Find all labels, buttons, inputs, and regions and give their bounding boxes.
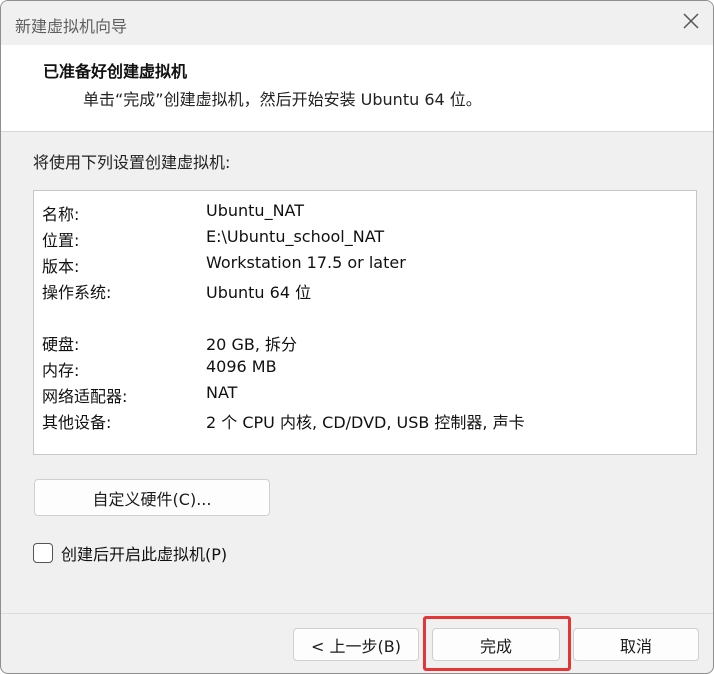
summary-row-os: 操作系统: Ubuntu 64 位 [42,275,682,302]
summary-value: 20 GB, 拆分 [206,335,297,354]
customize-hardware-button[interactable]: 自定义硬件(C)... [34,479,270,516]
power-on-checkbox[interactable] [33,543,53,563]
power-on-checkbox-row[interactable]: 创建后开启此虚拟机(P) [33,541,227,565]
summary-row-name: 名称: Ubuntu_NAT [42,197,682,224]
new-vm-wizard-window: 新建虚拟机向导 已准备好创建虚拟机 单击“完成”创建虚拟机，然后开始安装 Ubu… [0,0,714,674]
summary-label: 硬盘: [42,335,80,354]
summary-label: 位置: [42,231,80,250]
summary-value: 2 个 CPU 内核, CD/DVD, USB 控制器, 声卡 [206,413,525,432]
summary-label: 内存: [42,361,80,380]
back-button[interactable]: < 上一步(B) [293,628,419,661]
summary-value: E:\Ubuntu_school_NAT [206,227,385,246]
summary-row-location: 位置: E:\Ubuntu_school_NAT [42,223,682,250]
summary-row-version: 版本: Workstation 17.5 or later [42,249,682,276]
summary-row-network: 网络适配器: NAT [42,379,682,406]
close-button[interactable] [675,7,707,39]
summary-row-memory: 内存: 4096 MB [42,353,682,380]
cancel-button[interactable]: 取消 [573,628,699,661]
summary-label: 操作系统: [42,283,112,302]
header-subtitle: 单击“完成”创建虚拟机，然后开始安装 Ubuntu 64 位。 [83,90,482,109]
summary-label: 其他设备: [42,413,112,432]
settings-summary: 名称: Ubuntu_NAT 位置: E:\Ubuntu_school_NAT … [33,190,697,455]
title-bar: 新建虚拟机向导 [1,1,713,45]
close-icon [682,12,700,34]
window-title: 新建虚拟机向导 [15,17,128,36]
header-title: 已准备好创建虚拟机 [43,62,188,81]
summary-label: 版本: [42,257,80,276]
finish-button-highlight [423,616,571,671]
summary-label: 网络适配器: [42,387,128,406]
summary-label: 名称: [42,205,80,224]
intro-text: 将使用下列设置创建虚拟机: [33,153,231,172]
summary-row-devices: 其他设备: 2 个 CPU 内核, CD/DVD, USB 控制器, 声卡 [42,405,682,432]
summary-value: NAT [206,383,238,402]
summary-value: Ubuntu 64 位 [206,283,312,302]
footer-divider [1,613,713,614]
wizard-header: 已准备好创建虚拟机 单击“完成”创建虚拟机，然后开始安装 Ubuntu 64 位… [1,45,713,132]
summary-value: 4096 MB [206,357,277,376]
summary-value: Ubuntu_NAT [206,201,305,220]
summary-row-disk: 硬盘: 20 GB, 拆分 [42,327,682,354]
power-on-checkbox-label[interactable]: 创建后开启此虚拟机(P) [61,541,227,565]
summary-value: Workstation 17.5 or later [206,253,406,272]
